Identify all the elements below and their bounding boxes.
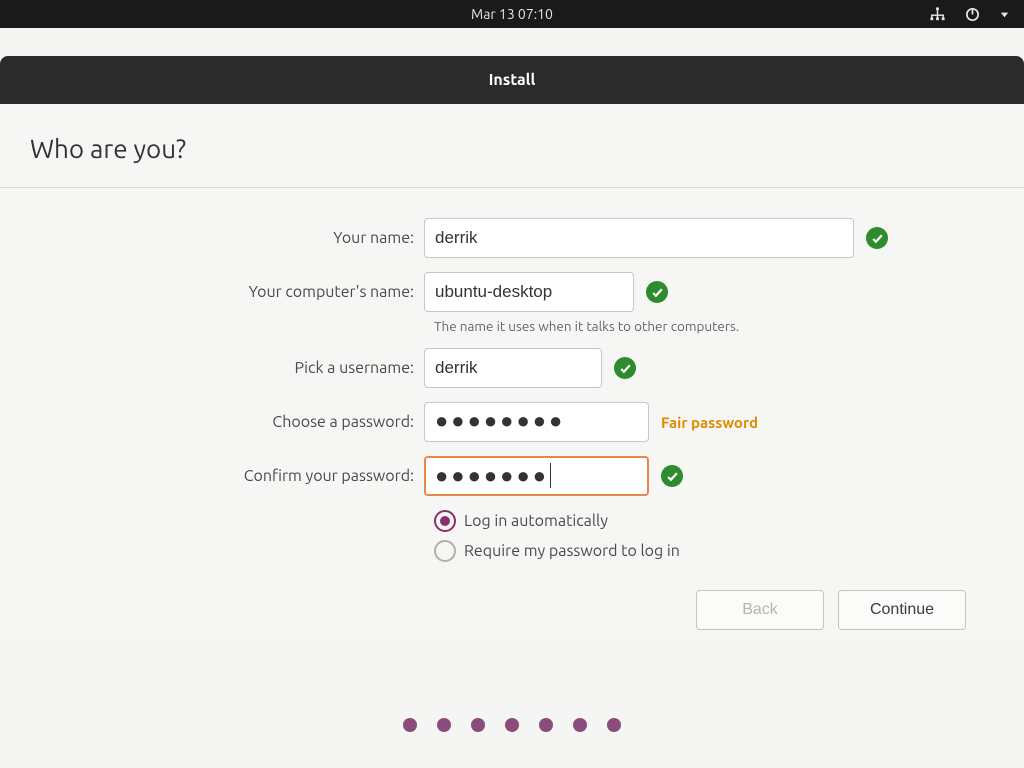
password-label: Choose a password: (30, 413, 424, 431)
progress-dot (505, 718, 519, 732)
progress-indicator (0, 718, 1024, 732)
login-require-pw-radio[interactable]: Require my password to log in (434, 540, 994, 562)
your-name-label: Your name: (30, 229, 424, 247)
progress-dot (437, 718, 451, 732)
window-title-bar: Install (0, 56, 1024, 104)
confirm-password-input[interactable]: ●●●●●●●​ (424, 456, 649, 496)
progress-dot (573, 718, 587, 732)
clock: Mar 13 07:10 (471, 6, 553, 22)
page-header: Who are you? (0, 104, 1024, 188)
user-setup-form: Your name: Your computer's name: The nam… (0, 188, 1024, 640)
name-valid-icon (866, 227, 888, 249)
page-title: Who are you? (30, 134, 994, 163)
power-icon[interactable] (964, 6, 981, 23)
progress-dot (471, 718, 485, 732)
username-label: Pick a username: (30, 359, 424, 377)
progress-dot (539, 718, 553, 732)
window-title: Install (489, 71, 536, 89)
login-auto-radio[interactable]: Log in automatically (434, 510, 994, 532)
password-input[interactable]: ●●●●●●●● (424, 402, 649, 442)
computer-name-input[interactable] (424, 272, 634, 312)
radio-unselected-icon (434, 540, 456, 562)
network-icon[interactable] (929, 6, 946, 23)
progress-dot (403, 718, 417, 732)
back-button[interactable]: Back (696, 590, 824, 630)
confirm-valid-icon (661, 465, 683, 487)
progress-dot (607, 718, 621, 732)
computer-name-helper: The name it uses when it talks to other … (434, 318, 994, 334)
continue-button[interactable]: Continue (838, 590, 966, 630)
username-valid-icon (614, 357, 636, 379)
dropdown-caret-icon[interactable] (999, 9, 1010, 20)
top-bar-indicators (929, 6, 1010, 23)
computer-name-label: Your computer's name: (30, 283, 424, 301)
confirm-password-label: Confirm your password: (30, 467, 424, 485)
your-name-input[interactable] (424, 218, 854, 258)
computer-name-valid-icon (646, 281, 668, 303)
top-bar: Mar 13 07:10 (0, 0, 1024, 28)
password-strength: Fair password (661, 414, 758, 431)
username-input[interactable] (424, 348, 602, 388)
radio-selected-icon (434, 510, 456, 532)
